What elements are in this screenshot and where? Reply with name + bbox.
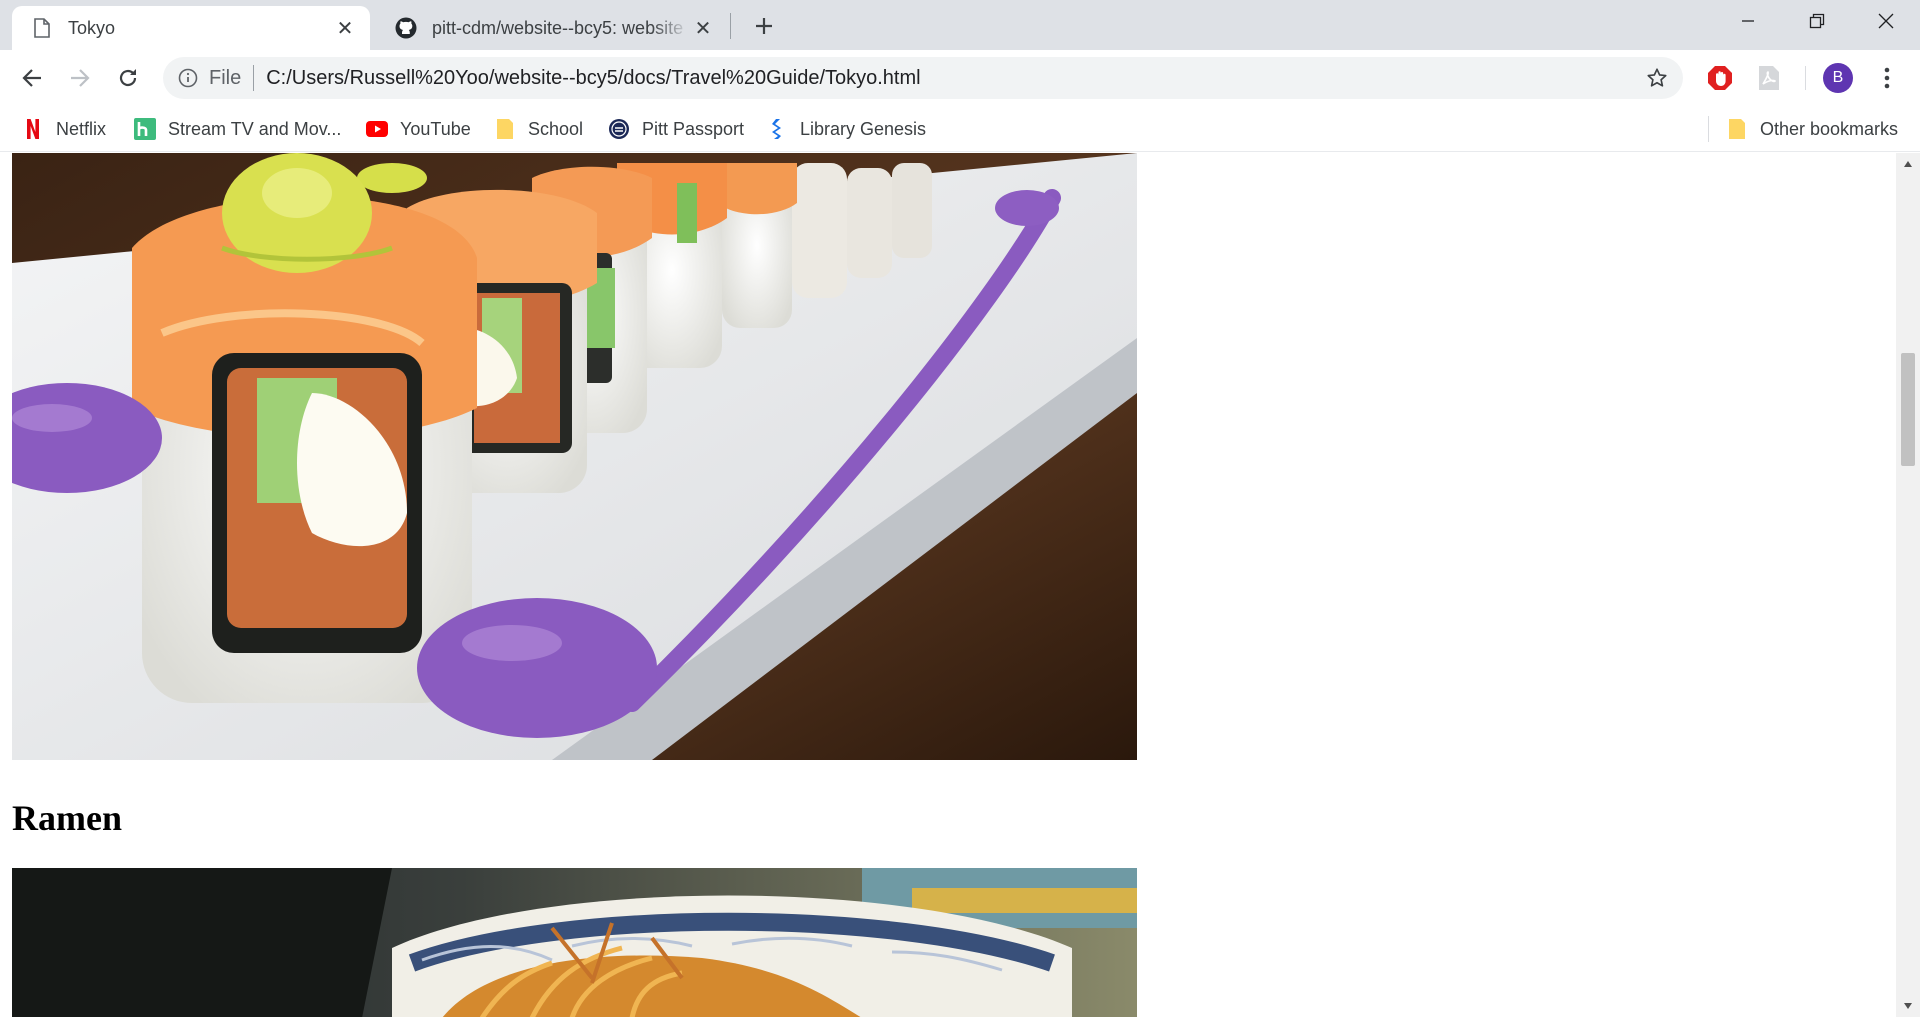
close-tab-icon[interactable]: ✕ — [692, 17, 714, 40]
new-tab-button[interactable] — [748, 10, 780, 42]
pdf-extension-icon[interactable] — [1755, 64, 1783, 92]
tab-title: pitt-cdm/website--bcy5: website — [432, 17, 684, 38]
menu-dots-icon[interactable] — [1872, 63, 1902, 93]
plus-icon — [756, 18, 772, 34]
ramen-bowl-photo — [12, 868, 1137, 1017]
restore-button[interactable] — [1782, 0, 1851, 42]
bookmark-pitt-passport[interactable]: Pitt Passport — [608, 113, 744, 145]
profile-avatar[interactable]: B — [1823, 63, 1853, 93]
close-tab-icon[interactable]: ✕ — [334, 17, 356, 40]
bookmark-hulu[interactable]: Stream TV and Mov... — [134, 113, 341, 145]
address-bar[interactable]: File C:/Users/Russell%20Yoo/website--bcy… — [163, 57, 1683, 99]
bookmark-star-icon[interactable] — [1645, 66, 1669, 90]
url-text[interactable]: C:/Users/Russell%20Yoo/website--bcy5/doc… — [266, 67, 920, 90]
reload-button[interactable] — [110, 60, 146, 96]
tab-github[interactable]: pitt-cdm/website--bcy5: website ✕ — [376, 6, 728, 50]
scroll-down-arrow-icon[interactable] — [1896, 995, 1920, 1017]
bookmark-label: Stream TV and Mov... — [168, 118, 342, 139]
library-icon — [766, 118, 788, 140]
bookmark-label: Other bookmarks — [1760, 118, 1899, 139]
minimize-icon — [1741, 20, 1754, 22]
bookmarks-divider — [1708, 116, 1709, 142]
section-heading-ramen: Ramen — [12, 798, 122, 838]
omnibox-divider — [253, 65, 255, 91]
adblock-extension-icon[interactable] — [1706, 64, 1734, 92]
pitt-icon — [608, 118, 630, 140]
back-button[interactable] — [14, 60, 50, 96]
bookmark-youtube[interactable]: YouTube — [366, 113, 471, 145]
back-arrow-icon — [22, 69, 41, 87]
sushi-rolls-photo — [12, 153, 1137, 760]
close-window-button[interactable] — [1851, 0, 1920, 42]
forward-button[interactable] — [62, 60, 98, 96]
minimize-button[interactable] — [1713, 0, 1782, 42]
bookmark-other-bookmarks[interactable]: Other bookmarks — [1726, 113, 1898, 145]
scroll-up-arrow-icon[interactable] — [1896, 153, 1920, 175]
forward-arrow-icon — [71, 69, 90, 87]
bookmark-label: Library Genesis — [800, 118, 927, 139]
document-icon — [30, 16, 54, 40]
page-viewport: Ramen — [0, 153, 1896, 1017]
close-icon — [1878, 13, 1893, 29]
security-label: File — [209, 66, 242, 89]
bookmark-library-genesis[interactable]: Library Genesis — [766, 113, 926, 145]
hulu-icon — [134, 118, 156, 140]
info-icon[interactable] — [177, 67, 199, 89]
restore-icon — [1809, 13, 1824, 29]
bookmark-school[interactable]: School — [494, 113, 583, 145]
bookmark-netflix[interactable]: Netflix — [22, 113, 106, 145]
tab-divider — [730, 13, 731, 39]
folder-icon — [1726, 118, 1748, 140]
github-icon — [394, 16, 418, 40]
bookmark-label: Pitt Passport — [642, 118, 745, 139]
bookmark-label: Netflix — [56, 118, 107, 139]
toolbar-divider — [1805, 66, 1806, 90]
tab-title: Tokyo — [68, 17, 116, 38]
netflix-icon — [22, 118, 44, 140]
tab-tokyo[interactable]: Tokyo ✕ — [12, 6, 370, 50]
bookmarks-bar: Netflix Stream TV and Mov... YouTube Sch… — [0, 106, 1920, 152]
bookmark-label: YouTube — [400, 118, 471, 139]
scrollbar-thumb[interactable] — [1901, 353, 1915, 466]
folder-icon — [494, 118, 516, 140]
tab-strip: Tokyo ✕ pitt-cdm/website--bcy5: website … — [0, 0, 1920, 50]
bookmark-label: School — [528, 118, 584, 139]
reload-icon — [119, 69, 137, 87]
youtube-icon — [366, 118, 388, 140]
vertical-scrollbar[interactable] — [1896, 153, 1920, 1017]
browser-toolbar: File C:/Users/Russell%20Yoo/website--bcy… — [0, 50, 1920, 106]
